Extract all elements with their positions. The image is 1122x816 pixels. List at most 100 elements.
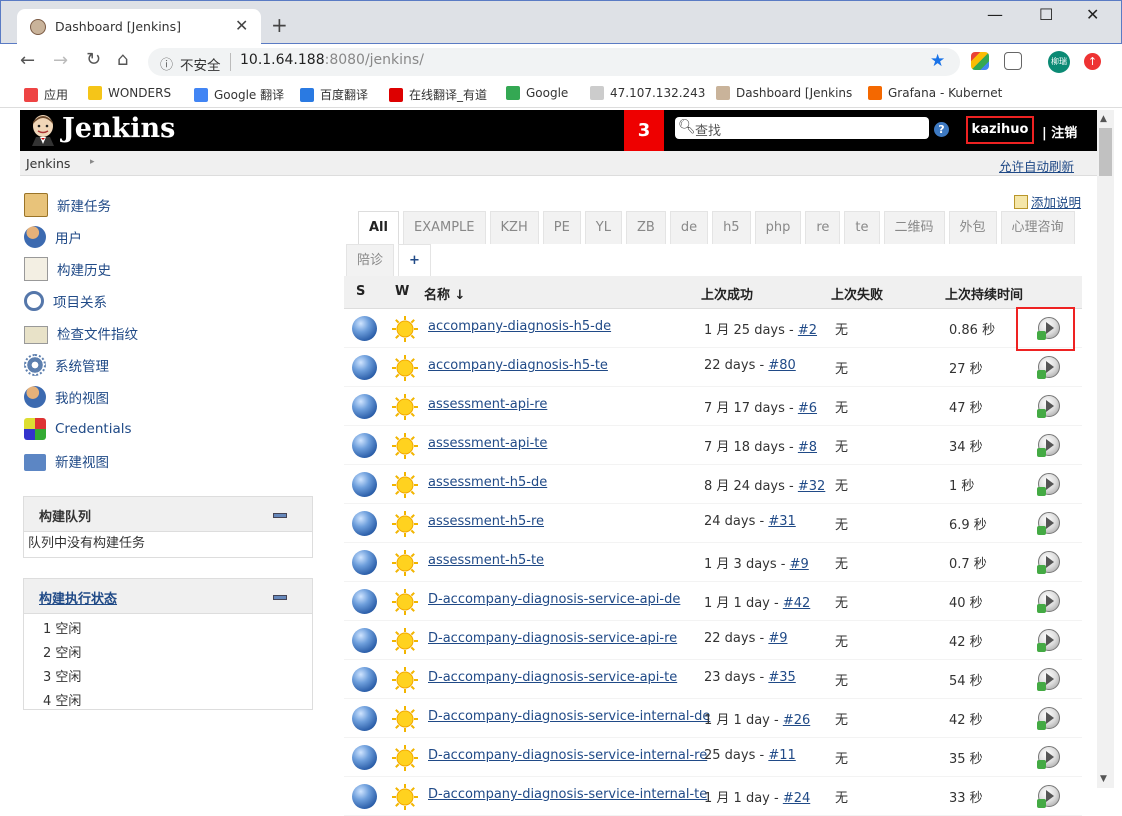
view-tab[interactable]: EXAMPLE: [402, 211, 486, 244]
build-number-link[interactable]: #35: [768, 670, 795, 685]
build-number-link[interactable]: #26: [783, 713, 810, 728]
view-tab[interactable]: php: [754, 211, 802, 244]
logout-link[interactable]: | 注销: [1042, 122, 1077, 141]
view-tab[interactable]: 陪诊: [346, 244, 395, 277]
user-link[interactable]: kazihuo: [966, 116, 1034, 144]
view-tab[interactable]: All: [358, 211, 399, 244]
bookmark-item[interactable]: 在线翻译_有道: [389, 86, 487, 103]
bookmark-item[interactable]: Google 翻译: [194, 86, 284, 103]
build-number-link[interactable]: #32: [798, 479, 825, 494]
build-number-link[interactable]: #80: [768, 358, 795, 373]
bookmark-item[interactable]: Google: [506, 86, 568, 100]
view-tab[interactable]: de: [669, 211, 709, 244]
bookmark-item[interactable]: 应用: [24, 86, 68, 103]
schedule-build-icon[interactable]: [1037, 512, 1060, 535]
sidebar-item[interactable]: 用户: [24, 225, 82, 249]
browser-tab[interactable]: Dashboard [Jenkins] ✕: [17, 9, 261, 45]
build-number-link[interactable]: #42: [783, 596, 810, 611]
job-link[interactable]: D-accompany-diagnosis-service-internal-r…: [428, 748, 707, 763]
executor-status-title[interactable]: 构建执行状态: [39, 588, 117, 607]
collapse-icon[interactable]: [273, 513, 287, 518]
job-link[interactable]: accompany-diagnosis-h5-te: [428, 358, 608, 373]
sidebar-item[interactable]: 我的视图: [24, 385, 109, 409]
schedule-build-icon[interactable]: [1037, 590, 1060, 613]
schedule-build-icon[interactable]: [1037, 395, 1060, 418]
site-info-icon[interactable]: ⓘ: [160, 54, 173, 73]
close-window-icon[interactable]: ✕: [1086, 5, 1099, 24]
collapse-icon[interactable]: [273, 595, 287, 600]
column-last-duration[interactable]: 上次持续时间: [945, 284, 1023, 303]
job-link[interactable]: assessment-h5-re: [428, 514, 544, 529]
view-tab[interactable]: 二维码: [883, 211, 945, 244]
build-number-link[interactable]: #11: [768, 748, 795, 763]
build-number-link[interactable]: #9: [790, 557, 809, 572]
sidebar-item[interactable]: 项目关系: [24, 289, 107, 313]
forward-icon[interactable]: →: [53, 50, 68, 71]
column-status[interactable]: S: [356, 284, 365, 299]
bookmark-item[interactable]: Grafana - Kubernet: [868, 86, 1002, 100]
build-number-link[interactable]: #8: [798, 440, 817, 455]
extension-icon[interactable]: [1004, 52, 1022, 70]
enable-auto-refresh-link[interactable]: 允许自动刷新: [999, 156, 1074, 175]
view-tab[interactable]: PE: [542, 211, 581, 244]
bookmark-item[interactable]: 47.107.132.243: [590, 86, 705, 100]
job-link[interactable]: D-accompany-diagnosis-service-api-re: [428, 631, 677, 646]
job-link[interactable]: D-accompany-diagnosis-service-api-de: [428, 592, 680, 607]
build-number-link[interactable]: #24: [783, 791, 810, 806]
job-link[interactable]: assessment-api-te: [428, 436, 547, 451]
schedule-build-icon[interactable]: [1037, 785, 1060, 808]
build-number-link[interactable]: #9: [768, 631, 787, 646]
maximize-icon[interactable]: ☐: [1039, 5, 1053, 24]
bookmark-item[interactable]: WONDERS: [88, 86, 171, 100]
help-icon[interactable]: ?: [934, 122, 949, 137]
page-scrollbar[interactable]: ▲ ▼: [1097, 110, 1114, 788]
column-last-failure[interactable]: 上次失败: [831, 284, 883, 303]
view-tab[interactable]: re: [805, 211, 841, 244]
view-tab[interactable]: 心理咨询: [1000, 211, 1075, 244]
job-link[interactable]: D-accompany-diagnosis-service-internal-t…: [428, 787, 707, 802]
executor-row[interactable]: 4 空闲: [24, 690, 312, 714]
job-link[interactable]: accompany-diagnosis-h5-de: [428, 319, 611, 334]
executor-row[interactable]: 3 空闲: [24, 666, 312, 690]
executor-row[interactable]: 2 空闲: [24, 642, 312, 666]
address-url[interactable]: 10.1.64.188:8080/jenkins/: [240, 52, 424, 68]
extension-icon[interactable]: [971, 52, 989, 70]
reload-icon[interactable]: ↻: [86, 49, 101, 70]
breadcrumb-arrow-icon[interactable]: ▸: [90, 157, 95, 167]
close-tab-icon[interactable]: ✕: [235, 16, 248, 35]
bookmark-item[interactable]: 百度翻译: [300, 86, 368, 103]
schedule-build-icon[interactable]: [1037, 434, 1060, 457]
column-name[interactable]: 名称 ↓: [424, 284, 465, 303]
sidebar-item[interactable]: 新建视图: [24, 449, 109, 473]
new-tab-icon[interactable]: +: [271, 13, 288, 37]
scroll-up-icon[interactable]: ▲: [1100, 114, 1107, 124]
home-icon[interactable]: ⌂: [117, 49, 128, 70]
jenkins-title[interactable]: Jenkins: [62, 113, 175, 144]
job-link[interactable]: assessment-api-re: [428, 397, 547, 412]
job-link[interactable]: assessment-h5-te: [428, 553, 544, 568]
view-tab[interactable]: KZH: [489, 211, 539, 244]
job-link[interactable]: D-accompany-diagnosis-service-internal-d…: [428, 709, 710, 724]
add-description-link[interactable]: 添加说明: [1014, 192, 1081, 211]
job-link[interactable]: assessment-h5-de: [428, 475, 547, 490]
build-number-link[interactable]: #6: [798, 401, 817, 416]
scroll-down-icon[interactable]: ▼: [1100, 774, 1107, 784]
schedule-build-icon[interactable]: [1037, 473, 1060, 496]
build-number-link[interactable]: #31: [768, 514, 795, 529]
bookmark-item[interactable]: Dashboard [Jenkins: [716, 86, 852, 100]
schedule-build-icon[interactable]: [1037, 551, 1060, 574]
breadcrumb-jenkins[interactable]: Jenkins: [26, 156, 70, 171]
address-bar[interactable]: ⓘ 不安全 10.1.64.188:8080/jenkins/ ★: [148, 48, 960, 76]
view-tab[interactable]: te: [844, 211, 880, 244]
column-last-success[interactable]: 上次成功: [701, 284, 753, 303]
view-tab[interactable]: ZB: [625, 211, 666, 244]
view-tab[interactable]: h5: [712, 211, 751, 244]
sidebar-item[interactable]: 检查文件指纹: [24, 321, 138, 345]
search-input[interactable]: 查找: [695, 120, 721, 139]
scrollbar-thumb[interactable]: [1099, 128, 1112, 176]
profile-avatar[interactable]: 柳瑞: [1048, 51, 1070, 73]
job-link[interactable]: D-accompany-diagnosis-service-api-te: [428, 670, 677, 685]
schedule-build-icon[interactable]: [1037, 707, 1060, 730]
update-icon[interactable]: ↑: [1084, 53, 1101, 70]
notification-badge[interactable]: 3: [624, 110, 664, 151]
